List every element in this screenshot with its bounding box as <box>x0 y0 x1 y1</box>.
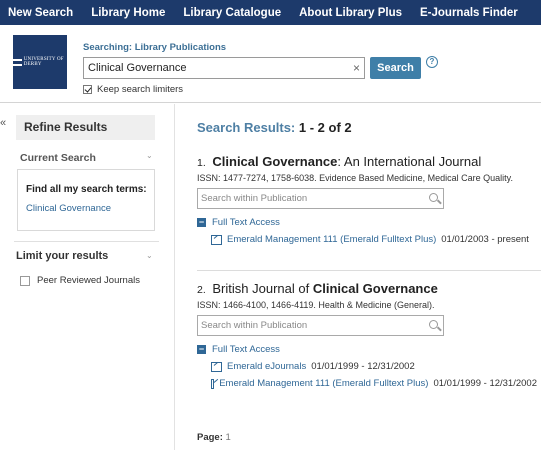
full-text-access-toggle[interactable]: − Full Text Access <box>197 217 537 228</box>
search-within-box <box>197 315 444 336</box>
result-separator <box>197 270 541 271</box>
fulltext-link[interactable]: Emerald Management 111 (Emerald Fulltext… <box>227 234 436 245</box>
result-issn: ISSN: 1466-4100, 1466-4119. Health & Med… <box>197 300 435 310</box>
current-search-term[interactable]: Clinical Governance <box>26 203 111 214</box>
result-title: 1. Clinical Governance: An International… <box>197 154 537 169</box>
results-panel: Search Results: 1 - 2 of 2 1. Clinical G… <box>176 104 541 450</box>
keep-limiters-checkbox[interactable] <box>83 85 92 94</box>
nav-ejournals-finder[interactable]: E-Journals Finder <box>420 7 518 19</box>
results-count: 1 - 2 of 2 <box>298 120 352 135</box>
logo-text: UNIVERSITY OF DERBY <box>23 57 64 67</box>
search-box: × <box>83 57 365 79</box>
result-item: 2. British Journal of Clinical Governanc… <box>197 281 537 389</box>
nav-new-search[interactable]: New Search <box>8 7 73 19</box>
pagination: Page: 1 <box>197 432 231 443</box>
result-title-rest[interactable]: : An International Journal <box>337 154 481 169</box>
current-search-box: Find all my search terms: Clinical Gover… <box>17 169 155 231</box>
refine-results-title: Refine Results <box>16 115 155 140</box>
search-input[interactable] <box>84 58 344 78</box>
top-navigation: New Search Library Home Library Catalogu… <box>0 0 541 25</box>
fulltext-link-row: Emerald eJournals 01/01/1999 - 12/31/200… <box>211 361 537 372</box>
collapse-minus-icon[interactable]: − <box>197 345 206 354</box>
nav-about-library-plus[interactable]: About Library Plus <box>299 7 402 19</box>
external-link-icon <box>211 378 215 389</box>
result-title: 2. British Journal of Clinical Governanc… <box>197 281 537 296</box>
coverage-dates: 01/01/2003 - present <box>441 234 529 245</box>
full-text-access-label[interactable]: Full Text Access <box>212 344 280 355</box>
sidebar: « Refine Results Current Search ⌄ Find a… <box>0 104 175 450</box>
search-icon[interactable] <box>429 320 438 329</box>
peer-reviewed-label: Peer Reviewed Journals <box>37 275 140 286</box>
result-issn: ISSN: 1477-7274, 1758-6038. Evidence Bas… <box>197 173 514 183</box>
nav-library-home[interactable]: Library Home <box>91 7 165 19</box>
current-search-title[interactable]: Current Search <box>20 152 96 164</box>
result-title-pre[interactable]: British Journal of <box>212 281 312 296</box>
results-heading: Search Results: 1 - 2 of 2 <box>197 120 352 135</box>
chevron-down-icon[interactable]: ⌄ <box>146 251 153 260</box>
peer-reviewed-checkbox[interactable] <box>20 275 30 286</box>
collapse-minus-icon[interactable]: − <box>197 218 206 227</box>
nav-library-catalogue[interactable]: Library Catalogue <box>183 7 281 19</box>
logo-mark: UNIVERSITY OF DERBY <box>13 57 67 67</box>
result-number: 1. <box>197 157 206 169</box>
chevron-down-icon[interactable]: ⌄ <box>146 151 153 160</box>
search-button[interactable]: Search <box>370 57 421 79</box>
searching-label: Searching: Library Publications <box>83 42 227 53</box>
full-text-access-toggle[interactable]: − Full Text Access <box>197 344 537 355</box>
peer-reviewed-option[interactable]: Peer Reviewed Journals <box>20 275 140 286</box>
keep-limiters-label: Keep search limiters <box>97 84 184 95</box>
coverage-dates: 01/01/1999 - 12/31/2002 <box>433 378 537 389</box>
collapse-sidebar-icon[interactable]: « <box>0 117 10 129</box>
result-number: 2. <box>197 284 206 296</box>
result-item: 1. Clinical Governance: An International… <box>197 154 537 245</box>
logo-crest-icon <box>13 58 22 66</box>
results-label: Search Results: <box>197 120 296 135</box>
external-link-icon <box>211 234 222 245</box>
fulltext-link-row: Emerald Management 111 (Emerald Fulltext… <box>211 378 537 389</box>
help-icon[interactable]: ? <box>426 56 438 68</box>
fulltext-link[interactable]: Emerald Management 111 (Emerald Fulltext… <box>219 378 428 389</box>
coverage-dates: 01/01/1999 - 12/31/2002 <box>311 361 415 372</box>
search-icon[interactable] <box>429 193 438 202</box>
limit-results-title[interactable]: Limit your results <box>16 250 108 262</box>
external-link-icon <box>211 361 222 372</box>
page-label: Page: <box>197 432 223 443</box>
result-title-link[interactable]: Clinical Governance <box>212 154 337 169</box>
result-title-link[interactable]: Clinical Governance <box>313 281 438 296</box>
clear-search-icon[interactable]: × <box>353 61 360 75</box>
fulltext-link[interactable]: Emerald eJournals <box>227 361 306 372</box>
search-within-input[interactable] <box>198 316 423 335</box>
search-within-input[interactable] <box>198 189 423 208</box>
search-within-box <box>197 188 444 209</box>
keep-limiters-option[interactable]: Keep search limiters <box>83 84 183 95</box>
sidebar-divider <box>14 241 159 242</box>
page-number[interactable]: 1 <box>226 432 231 443</box>
fulltext-link-row: Emerald Management 111 (Emerald Fulltext… <box>211 234 537 245</box>
search-header: UNIVERSITY OF DERBY Searching: Library P… <box>0 25 541 103</box>
university-logo[interactable]: UNIVERSITY OF DERBY <box>13 35 67 89</box>
find-all-terms-label: Find all my search terms: <box>26 184 147 195</box>
full-text-access-label[interactable]: Full Text Access <box>212 217 280 228</box>
